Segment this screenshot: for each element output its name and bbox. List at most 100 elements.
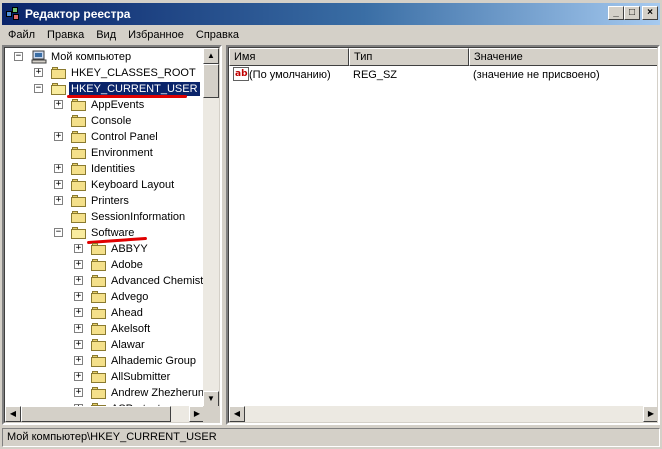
folder-icon [71,115,87,127]
folder-icon [71,179,87,191]
tree-horizontal-scrollbar[interactable]: ◀ ▶ [5,406,205,422]
scroll-corner [203,406,219,422]
tree-node[interactable]: − Software [5,225,205,245]
expand-icon[interactable]: + [74,244,83,253]
tree-node[interactable]: + Control Panel [5,129,205,145]
menu-favorites[interactable]: Избранное [122,29,190,41]
tree-node[interactable]: Environment [5,145,205,161]
h-scroll-thumb[interactable] [21,406,171,422]
expand-icon[interactable]: + [54,164,63,173]
expand-icon[interactable]: + [74,372,83,381]
expand-icon[interactable]: + [74,276,83,285]
folder-icon [91,339,107,351]
menu-file[interactable]: Файл [2,29,41,41]
minimize-button[interactable]: _ [608,6,624,20]
tree-node[interactable]: + Advanced Chemistry [5,273,205,289]
window-title: Редактор реестра [25,7,131,21]
status-bar: Мой компьютер\HKEY_CURRENT_USER [2,428,660,447]
title-bar[interactable]: Редактор реестра _ □ × [2,3,660,25]
tree-node[interactable]: + AppEvents [5,97,205,113]
tree-node[interactable]: + Identities [5,161,205,177]
tree-node[interactable]: + Ahead [5,305,205,321]
value-type: REG_SZ [353,69,398,81]
tree-node[interactable]: SessionInformation [5,209,205,225]
folder-icon [91,291,107,303]
expand-icon[interactable]: + [54,180,63,189]
tree-node-label: Alhademic Group [111,355,196,367]
key-tree-pane: − Мой компьютер + HKEY_CLASSES_ROOT − HKEY_… [2,45,222,425]
tree-node[interactable]: + Andrew Zhezherun [5,385,205,401]
tree-node-label: HKEY_CLASSES_ROOT [71,67,196,79]
tree-node-label: Ahead [111,307,143,319]
tree-node-label: Console [91,115,132,127]
expand-icon[interactable]: + [74,340,83,349]
tree-node[interactable]: + Adobe [5,257,205,273]
collapse-icon[interactable]: − [14,52,23,61]
expand-icon[interactable]: + [74,308,83,317]
expand-icon[interactable]: + [74,356,83,365]
tree-node-label: Andrew Zhezherun [111,387,204,399]
tree-node-label: Akelsoft [111,323,151,335]
expand-icon[interactable]: + [54,196,63,205]
column-type-header[interactable]: Тип [349,48,469,66]
tree-node-label: Alawar [111,339,145,351]
key-tree: − Мой компьютер + HKEY_CLASSES_ROOT − HKEY_… [5,48,205,407]
close-button[interactable]: × [642,6,658,20]
tree-node[interactable]: + Printers [5,193,205,209]
folder-icon [91,355,107,367]
tree-node[interactable]: + Alhademic Group [5,353,205,369]
maximize-button[interactable]: □ [624,6,640,20]
expand-icon[interactable]: + [74,292,83,301]
list-horizontal-scrollbar[interactable]: ◀ ▶ [229,406,657,422]
scroll-left-icon[interactable]: ◀ [5,406,21,422]
expand-icon[interactable]: + [54,132,63,141]
scroll-left-icon[interactable]: ◀ [229,406,245,422]
folder-icon [91,275,107,287]
folder-icon [71,147,87,159]
tree-node-label: Printers [91,195,129,207]
scroll-right-icon[interactable]: ▶ [643,406,657,422]
expand-icon[interactable]: + [74,324,83,333]
list-item[interactable]: ab (По умолчанию) REG_SZ (значение не пр… [229,67,657,83]
expand-icon[interactable]: + [34,68,43,77]
tree-node-label: Environment [91,147,153,159]
folder-icon [91,243,107,255]
tree-node[interactable]: + HKEY_CLASSES_ROOT [5,65,205,81]
string-value-icon: ab [233,67,249,81]
collapse-icon[interactable]: − [54,228,63,237]
collapse-icon[interactable]: − [34,84,43,93]
tree-node-label: Adobe [111,259,143,271]
scroll-up-icon[interactable]: ▲ [203,48,219,64]
tree-node[interactable]: + Akelsoft [5,321,205,337]
menu-edit[interactable]: Правка [41,29,90,41]
folder-icon [91,387,107,399]
folder-open-icon [51,83,67,95]
tree-node-label: HKEY_CURRENT_USER [69,82,200,96]
column-value-header[interactable]: Значение [469,48,657,66]
expand-icon[interactable]: + [74,260,83,269]
tree-node[interactable]: Console [5,113,205,129]
expand-icon[interactable]: + [54,100,63,109]
computer-icon [31,50,47,64]
tree-node[interactable]: + Keyboard Layout [5,177,205,193]
values-list-pane: Имя Тип Значение ab (По умолчанию) REG_S… [226,45,660,425]
tree-node[interactable]: + Alawar [5,337,205,353]
folder-icon [51,67,67,79]
tree-node[interactable]: + ABBYY [5,241,205,257]
tree-root-node[interactable]: − Мой компьютер [5,49,205,65]
tree-node[interactable]: + AllSubmitter [5,369,205,385]
column-name-header[interactable]: Имя [229,48,349,66]
tree-vertical-scrollbar[interactable]: ▲ ▼ [203,48,219,407]
expand-icon[interactable]: + [74,388,83,397]
tree-node-label: ABBYY [111,243,148,255]
scroll-down-icon[interactable]: ▼ [203,391,219,407]
folder-icon [71,195,87,207]
menu-help[interactable]: Справка [190,29,245,41]
tree-node-label: Advanced Chemistry [111,275,205,287]
list-header: Имя Тип Значение [229,48,657,66]
menu-view[interactable]: Вид [90,29,122,41]
tree-node[interactable]: + Advego [5,289,205,305]
scroll-thumb[interactable] [203,64,219,98]
tree-node[interactable]: − HKEY_CURRENT_USER [5,81,205,98]
value-name: (По умолчанию) [249,69,331,81]
